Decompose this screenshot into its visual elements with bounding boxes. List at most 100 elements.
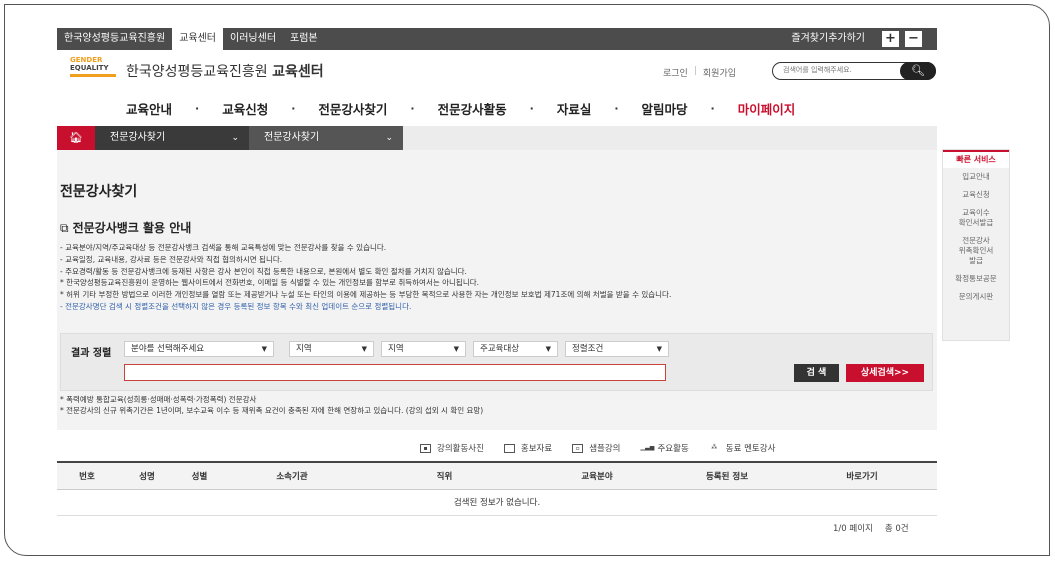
chevron-down-icon: ⌄ <box>231 133 239 143</box>
breadcrumb-depth2[interactable]: 전문강사찾기 ⌄ <box>249 126 403 150</box>
search-icon[interactable]: 🔍︎ <box>900 62 936 80</box>
location-bar: 🏠︎ 전문강사찾기 ⌄ 전문강사찾기 ⌄ <box>57 126 937 150</box>
section-bullet-icon: ⧉ <box>60 221 69 235</box>
nav-divider: · <box>614 102 619 115</box>
site-brand[interactable]: 한국양성평등교육진흥원 교육센터 <box>126 61 324 81</box>
nav-my-page[interactable]: 마이페이지 <box>738 99 796 118</box>
site-link-elearning[interactable]: 이러닝센터 <box>223 28 283 50</box>
legend-item: 홍보자료 <box>503 442 553 454</box>
quick-item-appointment-certificate[interactable]: 전문강사 위촉확인서 발급 <box>943 232 1009 270</box>
field-select-value: 분야를 선택해주세요 <box>131 344 205 354</box>
nav-divider: · <box>195 102 200 115</box>
sort-select[interactable]: 정렬조건 ▼ <box>565 341 669 357</box>
breadcrumb-depth1[interactable]: 전문강사찾기 ⌄ <box>95 126 249 150</box>
column-header: 바로가기 <box>787 461 937 490</box>
brand-center: 교육센터 <box>272 64 324 80</box>
legend-label: 홍보자료 <box>520 444 553 454</box>
breadcrumb-depth2-label: 전문강사찾기 <box>264 132 320 143</box>
dropdown-arrow-icon: ▼ <box>656 345 662 353</box>
dropdown-arrow-icon: ▼ <box>545 345 551 353</box>
region-select-1-value: 지역 <box>296 344 312 354</box>
nav-education-apply[interactable]: 교육신청 <box>222 99 268 118</box>
nav-divider: · <box>291 102 296 115</box>
nav-library[interactable]: 자료실 <box>557 99 592 118</box>
search-button[interactable]: 검 색 <box>794 364 839 382</box>
join-link[interactable]: 회원가입 <box>703 66 736 79</box>
document-icon <box>503 443 515 453</box>
guide-sort-note: - 전문강사명단 검색 시 정렬조건을 선택하지 않은 경우 등록된 정보 항목… <box>60 301 412 311</box>
zoom-out-button[interactable]: − <box>905 31 922 47</box>
column-header: 번호 <box>57 461 117 490</box>
quick-service-title: 빠른 서비스 <box>943 150 1009 168</box>
dropdown-arrow-icon: ▼ <box>453 345 459 353</box>
guide-line: - 주요경력/활동 등 전문강사뱅크에 등재된 사항은 강사 본인이 직접 등록… <box>60 266 467 276</box>
brand-org: 한국양성평등교육진흥원 <box>126 64 268 80</box>
gender-equality-logo[interactable]: GENDER EQUALITY <box>70 56 116 82</box>
quick-item-admission[interactable]: 입교안내 <box>943 168 1009 186</box>
quick-item-apply[interactable]: 교육신청 <box>943 186 1009 204</box>
icon-legend: ▪ 강의활동사진 홍보자료 ▫ 샘플강의 ▁▃▅ 주요활동 ⁂ 동료 멘토강사 <box>420 442 775 454</box>
nav-divider: · <box>529 102 534 115</box>
guide-line: - 교육일정, 교육내용, 강사료 등은 전문강사와 직접 협의하시면 됩니다. <box>60 254 283 264</box>
divider: | <box>693 66 697 76</box>
field-select[interactable]: 분야를 선택해주세요 ▼ <box>124 341 274 357</box>
target-select-value: 주교육대상 <box>480 344 520 354</box>
instructor-notes: * 폭력예방 통합교육(성희롱·성매매·성폭력·가정폭력) 전문강사 * 전문강… <box>60 394 483 416</box>
legend-item: ▫ 샘플강의 <box>572 442 620 454</box>
advanced-search-button[interactable]: 상세검색>> <box>846 364 924 382</box>
nav-find-instructor[interactable]: 전문강사찾기 <box>318 99 387 118</box>
quick-service-panel: 빠른 서비스 입교안내 교육신청 교육이수 확인서발급 전문강사 위촉확인서 발… <box>942 149 1010 341</box>
legend-item: ▁▃▅ 주요활동 <box>640 442 688 455</box>
page-title: 전문강사찾기 <box>60 184 138 200</box>
bar-chart-icon: ▁▃▅ <box>640 443 655 451</box>
table-header-row: 번호 성명 성별 소속기관 직위 교육분야 등록된 정보 바로가기 <box>57 461 937 490</box>
column-header: 직위 <box>362 461 527 490</box>
photo-icon: ▪ <box>420 443 431 453</box>
home-icon[interactable]: 🏠︎ <box>57 126 95 150</box>
add-favorites-link[interactable]: 즐겨찾기추가하기 <box>791 28 865 50</box>
nav-divider: · <box>410 102 415 115</box>
target-select[interactable]: 주교육대상 ▼ <box>473 341 558 357</box>
main-navigation: 교육안내 · 교육신청 · 전문강사찾기 · 전문강사활동 · 자료실 · 알림… <box>126 99 795 118</box>
region-select-1[interactable]: 지역 ▼ <box>289 341 374 357</box>
dropdown-arrow-icon: ▼ <box>261 345 267 353</box>
dropdown-arrow-icon: ▼ <box>361 345 367 353</box>
site-link-forum[interactable]: 포럼본 <box>283 28 325 50</box>
nav-instructor-activity[interactable]: 전문강사활동 <box>438 99 507 118</box>
column-header: 소속기관 <box>222 461 362 490</box>
quick-item-confirmation-notice[interactable]: 확정통보공문 <box>943 270 1009 288</box>
instructor-note: * 폭력예방 통합교육(성희롱·성매매·성폭력·가정폭력) 전문강사 <box>60 395 257 404</box>
logo-line1: GENDER <box>70 56 103 64</box>
column-header: 교육분야 <box>527 461 667 490</box>
legend-label: 동료 멘토강사 <box>725 444 776 454</box>
legend-item: ▪ 강의활동사진 <box>420 442 484 454</box>
quick-item-certificate[interactable]: 교육이수 확인서발급 <box>943 204 1009 232</box>
instructor-table: 번호 성명 성별 소속기관 직위 교육분야 등록된 정보 바로가기 검색된 정보… <box>57 461 937 516</box>
guide-heading: ⧉ 전문강사뱅크 활용 안내 <box>60 219 191 236</box>
column-header: 성명 <box>117 461 177 490</box>
guide-title: 전문강사뱅크 활용 안내 <box>72 221 192 235</box>
nav-notice[interactable]: 알림마당 <box>642 99 688 118</box>
guide-line: * 한국양성평등교육진흥원이 운영하는 웹사이트에서 전화번호, 이메일 등 식… <box>60 278 480 288</box>
zoom-in-button[interactable]: + <box>882 31 899 47</box>
legend-item: ⁂ 동료 멘토강사 <box>709 442 776 455</box>
total-count: 총 0건 <box>884 524 909 534</box>
legend-label: 강의활동사진 <box>437 444 484 454</box>
empty-result-message: 검색된 정보가 없습니다. <box>57 489 937 516</box>
site-link-main[interactable]: 한국양성평등교육진흥원 <box>57 28 172 50</box>
search-input[interactable] <box>783 66 893 74</box>
region-select-2-value: 지역 <box>388 344 404 354</box>
guide-line: * 허위 기타 부정한 방법으로 이러한 개인정보를 열람 또는 제공받거나 누… <box>60 290 672 300</box>
breadcrumb-depth1-label: 전문강사찾기 <box>110 132 166 143</box>
region-select-2[interactable]: 지역 ▼ <box>381 341 466 357</box>
login-link[interactable]: 로그인 <box>663 66 688 79</box>
logo-bar <box>70 74 116 77</box>
nav-education-info[interactable]: 교육안내 <box>126 99 172 118</box>
page-indicator: 1/0 페이지 <box>833 524 873 534</box>
logo-line2: EQUALITY <box>70 64 109 72</box>
keyword-input[interactable] <box>124 364 666 381</box>
guide-notes: - 교육분야/지역/주교육대상 등 전문강사뱅크 검색을 통해 교육특성에 맞는… <box>60 242 930 313</box>
guide-line: - 교육분야/지역/주교육대상 등 전문강사뱅크 검색을 통해 교육특성에 맞는… <box>60 243 387 252</box>
site-link-education-center[interactable]: 교육센터 <box>172 28 224 50</box>
quick-item-inquiry-board[interactable]: 문의게시판 <box>943 288 1009 306</box>
